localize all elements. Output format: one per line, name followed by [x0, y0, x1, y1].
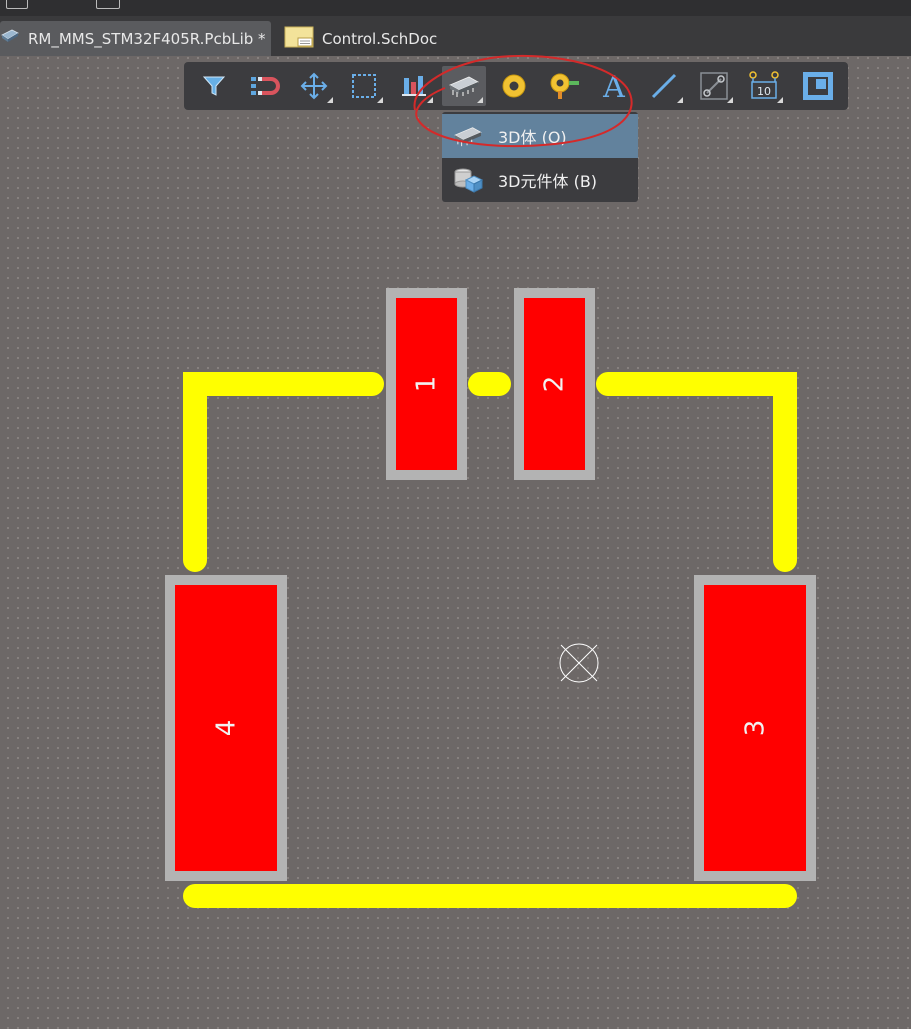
tab-pcblib[interactable]: RM_MMS_STM32F405R.PcbLib * — [0, 21, 271, 56]
pad-number: 2 — [539, 375, 570, 393]
pad-number: 4 — [210, 719, 241, 737]
title-fragment — [6, 0, 28, 9]
track-button[interactable] — [692, 66, 736, 106]
interactive-route-icon — [251, 77, 280, 95]
pcb-chip-icon — [0, 27, 20, 51]
dimension-button[interactable]: 10 — [742, 66, 786, 106]
dimension-icon: 10 — [749, 71, 779, 99]
region-button[interactable] — [796, 66, 840, 106]
tab-label: Control.SchDoc — [322, 29, 438, 48]
move-button[interactable] — [292, 66, 336, 106]
tab-label: RM_MMS_STM32F405R.PcbLib * — [28, 29, 266, 48]
silkscreen-right-segment — [596, 372, 797, 572]
silkscreen-left-segment — [183, 372, 384, 572]
pad-number: 3 — [739, 719, 770, 737]
track-icon — [700, 72, 728, 100]
line-button[interactable] — [642, 66, 686, 106]
dropdown-arrow-icon — [727, 97, 733, 103]
pad-4[interactable]: 4 — [165, 575, 287, 881]
filter-button[interactable] — [192, 66, 236, 106]
pad-1[interactable]: 1 — [386, 288, 467, 480]
schematic-doc-icon — [284, 26, 314, 52]
select-area-button[interactable] — [342, 66, 386, 106]
dropdown-arrow-icon — [777, 97, 783, 103]
3d-component-body-icon — [452, 166, 486, 194]
select-area-icon — [352, 74, 376, 98]
title-fragment — [96, 0, 120, 9]
line-icon — [651, 73, 677, 99]
svg-text:10: 10 — [757, 85, 771, 98]
dropdown-arrow-icon — [677, 97, 683, 103]
origin-marker-icon — [559, 643, 599, 683]
dropdown-arrow-icon — [327, 97, 333, 103]
dropdown-arrow-icon — [377, 97, 383, 103]
window-title-strip — [0, 0, 911, 16]
menu-item-label: 3D元件体 (B) — [498, 172, 598, 191]
pad-3[interactable]: 3 — [694, 575, 816, 881]
pad-number: 1 — [411, 375, 442, 393]
move-icon — [300, 72, 328, 100]
interactive-route-button[interactable] — [242, 66, 286, 106]
menu-item-3d-component-body[interactable]: 3D元件体 (B) — [442, 158, 638, 202]
pad-2[interactable]: 2 — [514, 288, 595, 480]
red-circle-annotation — [413, 54, 633, 148]
region-icon — [803, 72, 833, 100]
filter-icon — [202, 76, 226, 96]
